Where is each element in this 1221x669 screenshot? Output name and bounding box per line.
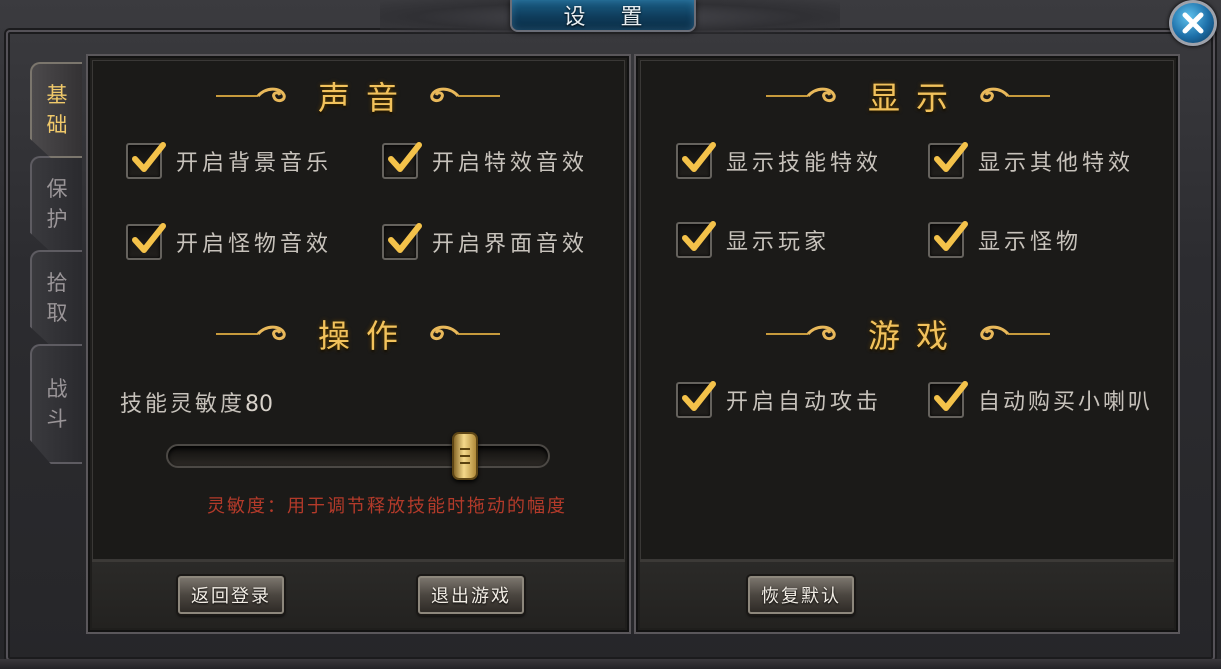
tab-combat-label-1: 战: [46, 377, 68, 401]
right-panel-footer: [640, 560, 1174, 628]
left-panel-footer: [92, 560, 625, 628]
checkmark-icon: [388, 223, 422, 253]
checkbox-box[interactable]: [676, 142, 716, 179]
checkbox-box[interactable]: [126, 223, 166, 260]
left-flourish-icon: [765, 325, 836, 341]
slider-handle[interactable]: [452, 432, 479, 480]
right-panel-content: [640, 60, 1174, 560]
window-title: 设 置: [510, 0, 696, 32]
operation-section-title: 操作: [208, 314, 508, 355]
checkbox-effect-sound[interactable]: 开启特效音效: [382, 142, 589, 179]
checkbox-box[interactable]: [928, 221, 968, 258]
checkmark-icon: [388, 142, 422, 172]
checkbox-skill-effects[interactable]: 显示技能特效: [676, 142, 883, 179]
checkbox-label: 显示玩家: [726, 230, 831, 255]
sensitivity-hint: 灵敏度：用于调节释放技能时拖动的幅度: [207, 496, 567, 517]
checkbox-ui-sound[interactable]: 开启界面音效: [382, 223, 589, 260]
checkbox-other-effects[interactable]: 显示其他特效: [928, 142, 1135, 179]
restore-default-button[interactable]: 恢复默认: [748, 576, 854, 614]
checkbox-monster-sound[interactable]: 开启怪物音效: [126, 223, 333, 260]
sound-section-title: 声音: [208, 76, 508, 117]
tab-basic-label-2: 础: [46, 113, 68, 137]
tab-protect-label-2: 护: [46, 207, 68, 231]
checkbox-bg-music[interactable]: 开启背景音乐: [126, 142, 333, 179]
checkbox-label: 开启特效音效: [432, 151, 589, 176]
game-title-text: 游戏: [867, 317, 964, 355]
checkbox-box[interactable]: [676, 221, 716, 258]
close-icon: [1182, 12, 1204, 34]
game-section-title: 游戏: [758, 314, 1058, 355]
tab-basic[interactable]: 基 础: [30, 62, 82, 158]
display-title-text: 显示: [867, 79, 964, 117]
checkmark-icon: [682, 381, 716, 411]
tab-combat[interactable]: 战 斗: [30, 344, 82, 464]
bottom-border: [0, 659, 1221, 669]
right-flourish-icon: [430, 325, 500, 341]
checkmark-icon: [132, 142, 166, 172]
operation-title-text: 操作: [317, 317, 414, 355]
tab-protect-label-1: 保: [46, 177, 68, 201]
sensitivity-label-text: 技能灵敏度: [120, 392, 246, 417]
checkbox-label: 开启背景音乐: [176, 151, 333, 176]
close-button[interactable]: [1169, 0, 1217, 46]
checkmark-icon: [934, 221, 968, 251]
checkmark-icon: [934, 142, 968, 172]
checkbox-label: 自动购买小喇叭: [978, 390, 1154, 415]
sensitivity-value: 80: [245, 392, 274, 417]
right-flourish-icon: [980, 87, 1050, 103]
checkbox-show-players[interactable]: 显示玩家: [676, 221, 831, 258]
tab-pickup-label-1: 拾: [46, 271, 68, 295]
sound-title-text: 声音: [317, 79, 414, 117]
checkbox-auto-attack[interactable]: 开启自动攻击: [676, 381, 883, 418]
checkbox-show-monsters[interactable]: 显示怪物: [928, 221, 1083, 258]
back-to-login-button[interactable]: 返回登录: [178, 576, 284, 614]
checkmark-icon: [682, 221, 716, 251]
tab-protect[interactable]: 保 护: [30, 156, 82, 252]
checkbox-label: 开启怪物音效: [176, 232, 333, 257]
left-flourish-icon: [215, 325, 286, 341]
sensitivity-label: 技能灵敏度80: [120, 386, 273, 418]
sensitivity-slider[interactable]: [166, 444, 550, 468]
checkbox-label: 显示其他特效: [978, 151, 1135, 176]
tab-pickup-label-2: 取: [46, 301, 68, 325]
left-flourish-icon: [765, 87, 836, 103]
left-panel-content: [92, 60, 625, 560]
tab-pickup[interactable]: 拾 取: [30, 250, 82, 346]
checkmark-icon: [132, 223, 166, 253]
checkbox-label: 显示技能特效: [726, 151, 883, 176]
checkmark-icon: [682, 142, 716, 172]
checkbox-auto-buy-horn[interactable]: 自动购买小喇叭: [928, 381, 1154, 418]
checkbox-label: 开启界面音效: [432, 232, 589, 257]
right-flourish-icon: [430, 87, 500, 103]
checkbox-box[interactable]: [126, 142, 166, 179]
exit-game-button[interactable]: 退出游戏: [418, 576, 524, 614]
display-section-title: 显示: [758, 76, 1058, 117]
checkbox-box[interactable]: [928, 142, 968, 179]
checkmark-icon: [934, 381, 968, 411]
checkbox-box[interactable]: [382, 142, 422, 179]
right-flourish-icon: [980, 325, 1050, 341]
checkbox-label: 显示怪物: [978, 230, 1083, 255]
checkbox-box[interactable]: [676, 381, 716, 418]
checkbox-label: 开启自动攻击: [726, 390, 883, 415]
checkbox-box[interactable]: [382, 223, 422, 260]
left-flourish-icon: [215, 87, 286, 103]
tab-basic-label-1: 基: [46, 83, 68, 107]
tab-combat-label-2: 斗: [46, 407, 68, 431]
checkbox-box[interactable]: [928, 381, 968, 418]
